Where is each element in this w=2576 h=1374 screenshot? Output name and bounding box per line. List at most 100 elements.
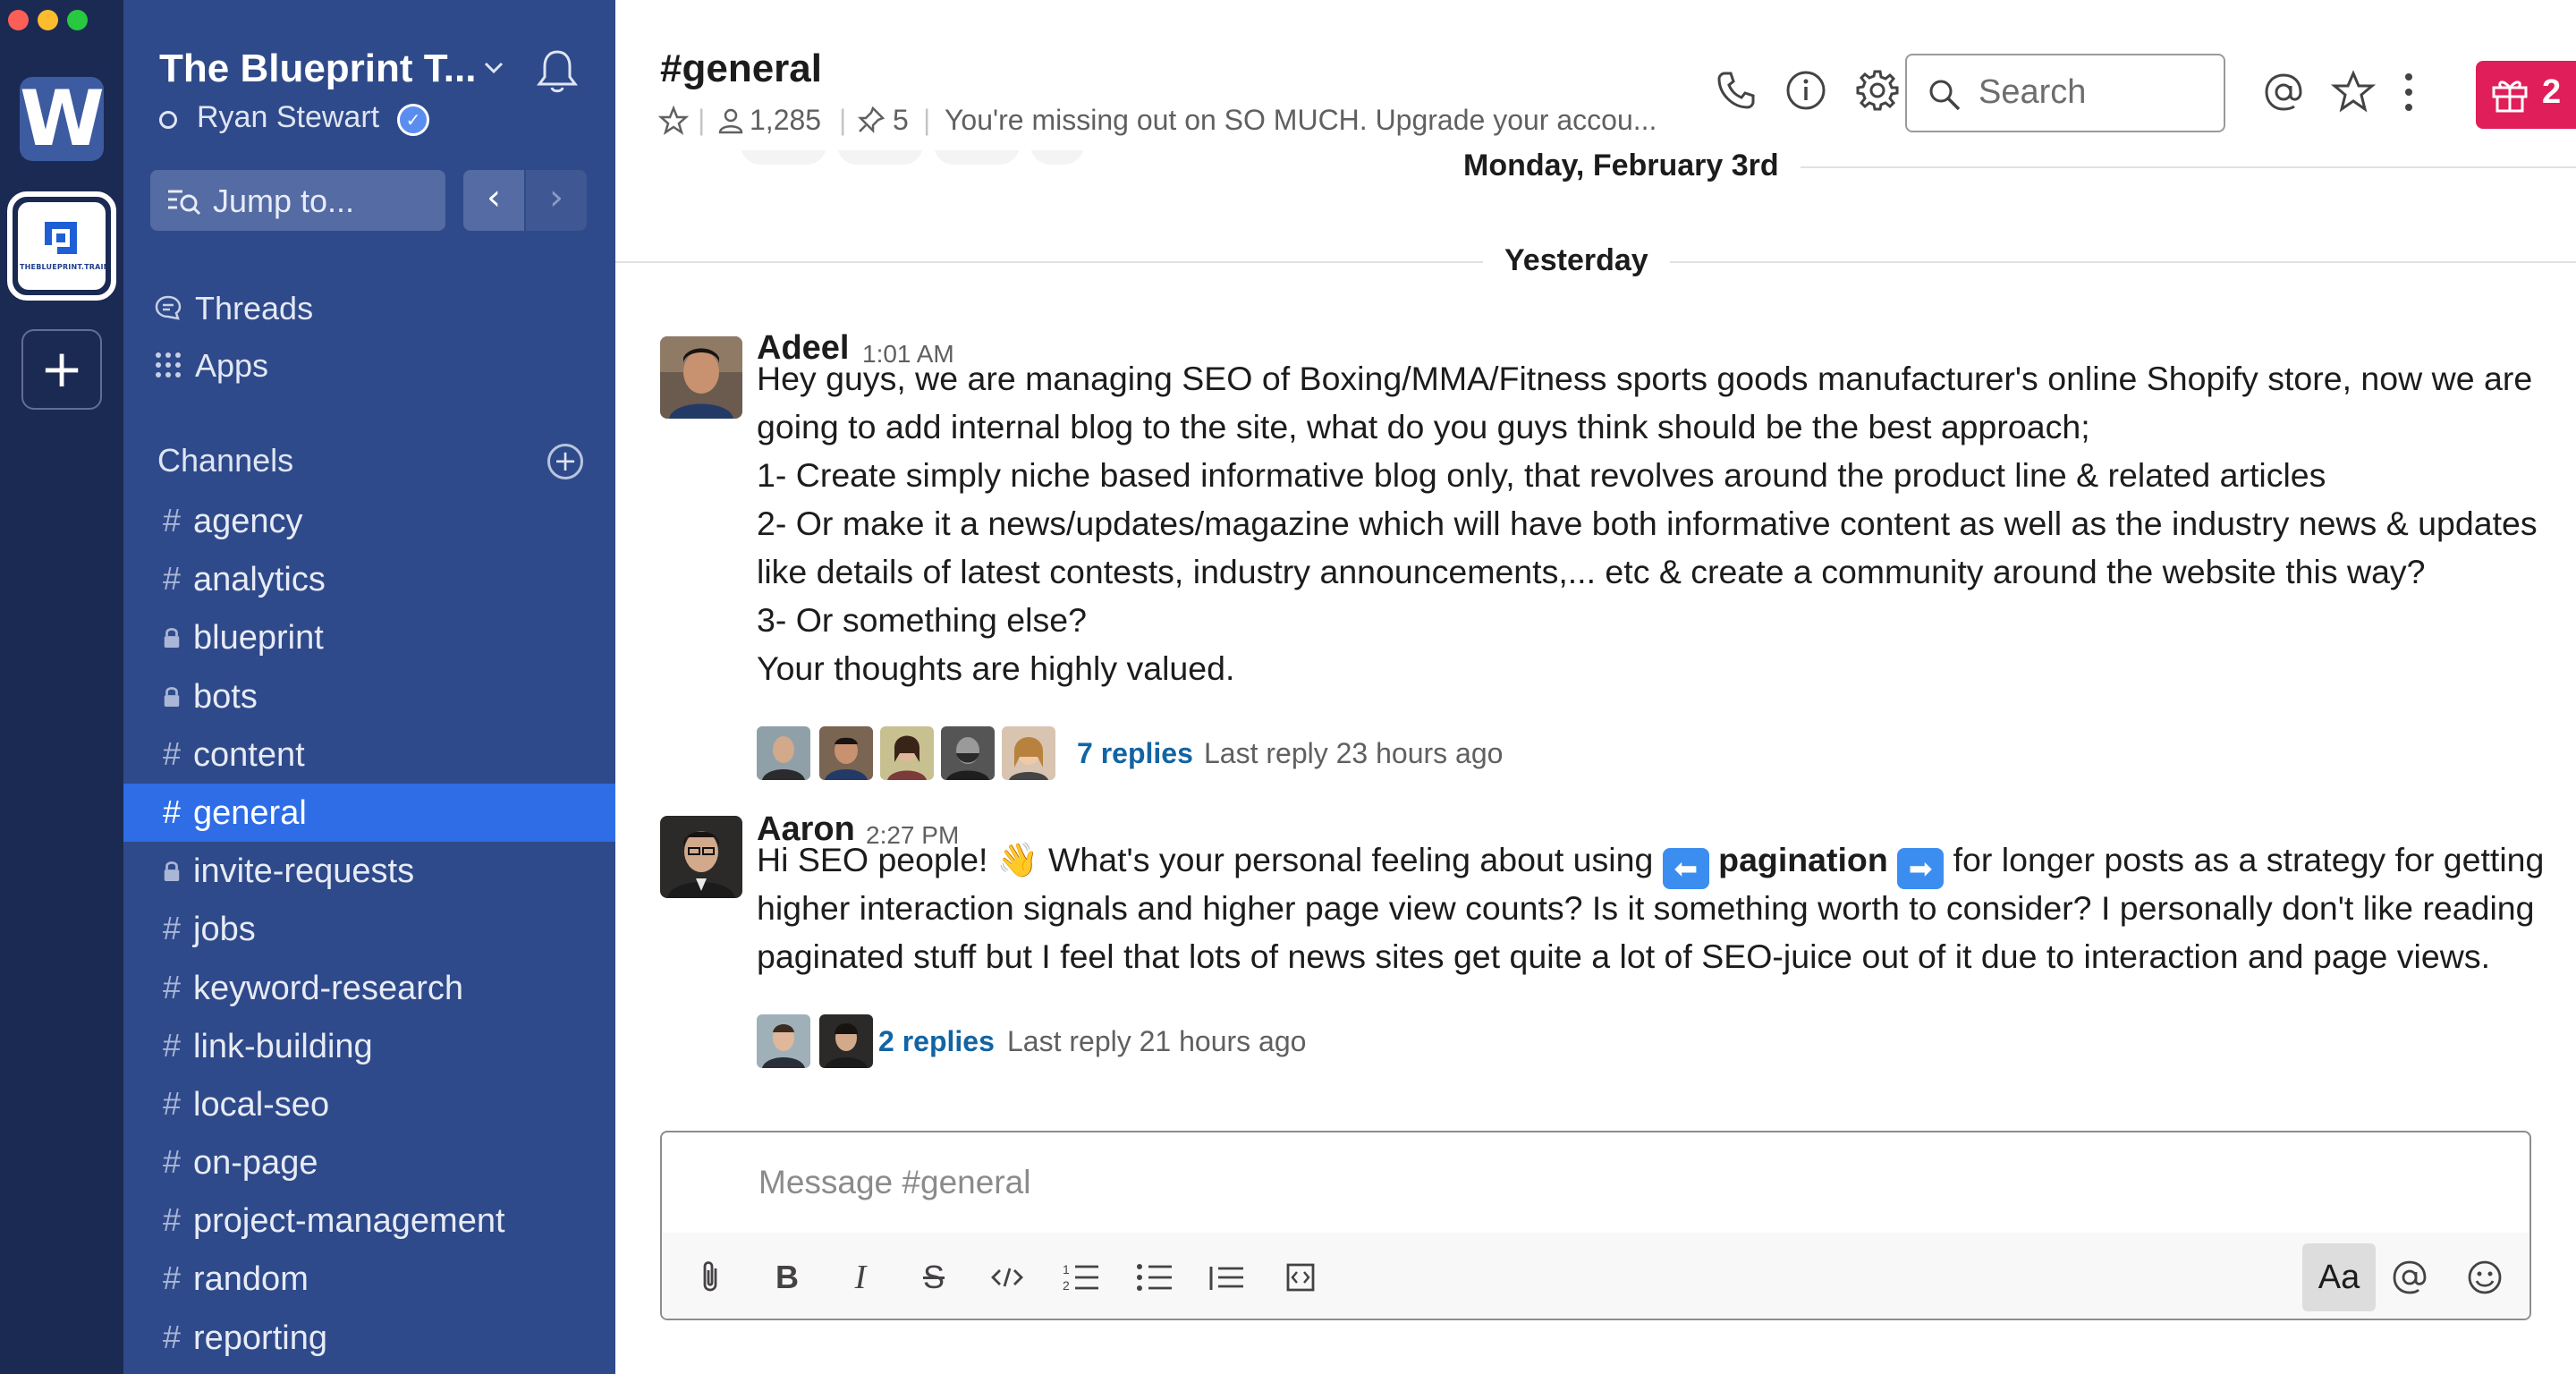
blueprint-logo-text: THEBLUEPRINT.TRAINING bbox=[20, 263, 106, 271]
jump-search-icon bbox=[168, 190, 201, 215]
sidebar-item-agency[interactable]: # agency bbox=[123, 492, 615, 550]
sidebar-item-jobs[interactable]: # jobs bbox=[123, 900, 615, 958]
team-name[interactable]: The Blueprint T... bbox=[159, 47, 476, 91]
avatar-photo bbox=[660, 336, 742, 419]
reply-avatar bbox=[819, 726, 873, 780]
window-close-button[interactable] bbox=[8, 10, 29, 30]
sidebar-item-blueprint[interactable]: blueprint bbox=[123, 608, 615, 666]
message-text-line: Hey guys, we are managing SEO of Boxing/… bbox=[757, 360, 2533, 397]
hash-icon: # bbox=[162, 968, 182, 1005]
message-text-segment: Hi SEO people! bbox=[757, 841, 997, 878]
gift-button[interactable]: 2 bbox=[2476, 61, 2576, 129]
avatar-photo bbox=[660, 816, 742, 898]
phone-icon[interactable] bbox=[1714, 68, 1758, 113]
threads-icon bbox=[155, 295, 182, 320]
pinned-count[interactable]: 5 bbox=[893, 104, 909, 137]
sidebar-item-random[interactable]: # random bbox=[123, 1250, 615, 1308]
message-bold-text: pagination bbox=[1718, 841, 1888, 878]
sidebar-item-apps[interactable]: Apps bbox=[154, 340, 583, 390]
presence-status-icon bbox=[159, 111, 177, 129]
hash-icon: # bbox=[162, 1318, 182, 1355]
add-channel-button[interactable]: + bbox=[547, 444, 583, 479]
current-user-name[interactable]: Ryan Stewart bbox=[197, 100, 379, 135]
sidebar-item-on-page[interactable]: # on-page bbox=[123, 1133, 615, 1192]
workspace-w-icon[interactable]: W bbox=[20, 77, 104, 161]
channel-name: content bbox=[193, 735, 305, 774]
chevron-down-icon[interactable] bbox=[483, 61, 504, 75]
code-icon[interactable] bbox=[987, 1258, 1027, 1297]
blockquote-icon[interactable] bbox=[1208, 1258, 1247, 1297]
message-list[interactable]: Monday, February 3rd Yesterday Adeel 1:0… bbox=[615, 150, 2576, 1125]
hash-icon: # bbox=[162, 1201, 182, 1239]
attachment-icon[interactable] bbox=[691, 1258, 730, 1297]
formatting-toggle-button[interactable]: Aa bbox=[2302, 1243, 2376, 1311]
sidebar-item-keyword-research[interactable]: # keyword-research bbox=[123, 959, 615, 1017]
emoji-icon[interactable] bbox=[2465, 1258, 2504, 1297]
verified-badge-icon: ✓ bbox=[397, 104, 429, 136]
workspace-rail: W THEBLUEPRINT.TRAINING + bbox=[0, 0, 123, 1374]
window-zoom-button[interactable] bbox=[67, 10, 88, 30]
sidebar-item-reporting[interactable]: # reporting bbox=[123, 1309, 615, 1367]
history-forward-icon[interactable]: › bbox=[526, 170, 587, 231]
channel-title[interactable]: #general bbox=[660, 47, 822, 91]
hash-icon: # bbox=[162, 1143, 182, 1181]
message-text-line: like details of latest contests, industr… bbox=[757, 553, 2426, 590]
reply-count-link[interactable]: 2 replies bbox=[878, 1025, 995, 1058]
sidebar-item-local-seo[interactable]: # local-seo bbox=[123, 1075, 615, 1133]
lock-icon bbox=[159, 617, 184, 657]
gear-icon[interactable] bbox=[1855, 68, 1900, 113]
search-icon bbox=[1929, 80, 1961, 111]
strikethrough-icon[interactable]: S bbox=[914, 1258, 953, 1297]
sidebar-item-threads[interactable]: Threads bbox=[154, 283, 583, 333]
reply-count-link[interactable]: 7 replies bbox=[1077, 737, 1193, 770]
more-vertical-icon[interactable] bbox=[2397, 70, 2420, 114]
info-icon[interactable] bbox=[1784, 68, 1828, 113]
pin-icon[interactable] bbox=[857, 106, 886, 134]
star-icon[interactable] bbox=[658, 106, 689, 136]
message-text-line: 2- Or make it a news/updates/magazine wh… bbox=[757, 505, 2538, 542]
date-divider-label[interactable]: Yesterday bbox=[1483, 238, 1670, 283]
mentions-icon[interactable] bbox=[2261, 70, 2306, 114]
svg-text:1: 1 bbox=[1063, 1262, 1070, 1276]
italic-icon[interactable]: I bbox=[841, 1258, 880, 1297]
search-input[interactable]: Search bbox=[1905, 54, 2225, 132]
meta-separator: | bbox=[839, 104, 847, 136]
wave-emoji-icon: 👋 bbox=[996, 840, 1039, 879]
bold-icon[interactable]: B bbox=[767, 1258, 807, 1297]
sidebar-item-project-management[interactable]: # project-management bbox=[123, 1192, 615, 1250]
hash-icon: # bbox=[162, 734, 182, 772]
avatar[interactable] bbox=[660, 816, 742, 898]
sidebar-item-general[interactable]: # general bbox=[123, 783, 615, 843]
hash-icon: # bbox=[162, 793, 182, 830]
member-count[interactable]: 1,285 bbox=[750, 104, 821, 137]
date-divider-label[interactable]: Monday, February 3rd bbox=[1442, 150, 1801, 188]
numbered-list-icon[interactable]: 1 2 bbox=[1061, 1258, 1100, 1297]
jump-to-button[interactable]: Jump to... bbox=[150, 170, 445, 231]
sidebar-item-invite-requests[interactable]: invite-requests bbox=[123, 842, 615, 900]
message-text-line: higher interaction signals and higher pa… bbox=[757, 889, 2535, 927]
channel-name: project-management bbox=[193, 1202, 505, 1241]
sidebar-item-bots[interactable]: bots bbox=[123, 667, 615, 725]
member-icon[interactable] bbox=[717, 107, 744, 134]
mention-icon[interactable] bbox=[2390, 1258, 2429, 1297]
search-placeholder: Search bbox=[1979, 73, 2087, 111]
hash-icon: # bbox=[162, 1260, 182, 1297]
thread-replies-bar[interactable]: 7 replies Last reply 23 hours ago bbox=[757, 726, 2009, 784]
sidebar-item-content[interactable]: # content bbox=[123, 725, 615, 784]
blueprint-logo-icon bbox=[45, 222, 77, 254]
avatar[interactable] bbox=[660, 336, 742, 419]
window-minimize-button[interactable] bbox=[38, 10, 58, 30]
bulleted-list-icon[interactable] bbox=[1134, 1258, 1174, 1297]
workspace-blueprint-icon[interactable]: THEBLUEPRINT.TRAINING bbox=[18, 202, 106, 290]
bell-icon[interactable] bbox=[535, 47, 580, 95]
channel-topic[interactable]: You're missing out on SO MUCH. Upgrade y… bbox=[945, 104, 1657, 137]
thread-replies-bar[interactable]: 2 replies Last reply 21 hours ago bbox=[757, 1014, 2009, 1072]
code-block-icon[interactable] bbox=[1281, 1258, 1320, 1297]
add-workspace-button[interactable]: + bbox=[21, 329, 102, 410]
saved-items-star-icon[interactable] bbox=[2331, 70, 2376, 114]
history-back-icon[interactable]: ‹ bbox=[463, 170, 524, 231]
sidebar-item-analytics[interactable]: # analytics bbox=[123, 550, 615, 608]
message-input[interactable] bbox=[662, 1132, 2529, 1233]
channels-section-header[interactable]: Channels bbox=[157, 442, 293, 479]
sidebar-item-link-building[interactable]: # link-building bbox=[123, 1017, 615, 1075]
